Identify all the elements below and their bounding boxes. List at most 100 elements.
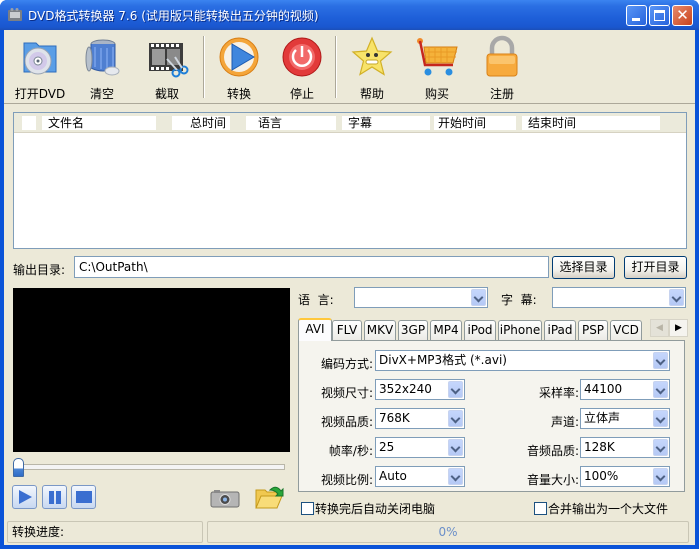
tab-vcd[interactable]: VCD [610, 320, 642, 340]
maximize-button[interactable] [649, 5, 670, 26]
column-header-subtitle[interactable]: 字幕 [342, 116, 430, 130]
channels-select[interactable]: 立体声 [580, 408, 670, 429]
client-area: 打开DVD 清空 截取 转换 停止 帮助 购买 注册 文件名 总时间 语言 字幕… [4, 30, 695, 545]
stop-playback-button[interactable] [71, 485, 96, 509]
tab-scroll-buttons: ◀ ▶ [650, 319, 688, 337]
chevron-down-icon[interactable] [471, 289, 486, 306]
output-dir-label: 输出目录: [13, 263, 66, 277]
tab-mkv[interactable]: MKV [364, 320, 396, 340]
camera-icon[interactable] [210, 488, 240, 508]
tab-psp[interactable]: PSP [578, 320, 608, 340]
encoding-label: 编码方式: [320, 357, 373, 371]
minimize-button[interactable] [626, 5, 647, 26]
tab-avi[interactable]: AVI [298, 318, 332, 341]
register-button[interactable]: 注册 [470, 33, 530, 101]
chevron-down-icon[interactable] [448, 468, 463, 485]
cut-button[interactable]: 截取 [135, 33, 195, 101]
film-cut-icon [149, 43, 189, 78]
sample-rate-value: 44100 [584, 382, 623, 396]
subtitle-select[interactable] [552, 287, 686, 308]
list-header: 文件名 总时间 语言 字幕 开始时间 结束时间 [14, 113, 686, 133]
progress-label-panel: 转换进度: [7, 521, 203, 543]
subtitle-label: 字 幕: [501, 293, 537, 307]
merge-output-checkbox[interactable]: 合并输出为一个大文件 [534, 500, 668, 517]
stop-power-icon [282, 37, 322, 77]
open-dvd-button[interactable]: 打开DVD [8, 33, 68, 101]
help-button[interactable]: 帮助 [340, 33, 400, 101]
auto-shutdown-checkbox[interactable]: 转换完后自动关闭电脑 [301, 500, 435, 517]
chevron-down-icon[interactable] [653, 352, 668, 369]
seek-slider-thumb[interactable] [13, 458, 24, 477]
column-header-duration[interactable]: 总时间 [172, 116, 230, 130]
column-header-checkbox[interactable] [22, 116, 36, 130]
buy-label: 购买 [424, 87, 449, 101]
chevron-down-icon[interactable] [653, 439, 668, 456]
convert-button[interactable]: 转换 [207, 33, 267, 101]
tab-ipad[interactable]: iPad [544, 320, 576, 340]
progress-bar: 0% [207, 521, 689, 543]
chevron-down-icon[interactable] [448, 410, 463, 427]
folder-open-icon[interactable] [254, 484, 284, 510]
chevron-down-icon[interactable] [653, 410, 668, 427]
open-dir-button[interactable]: 打开目录 [624, 256, 687, 279]
audio-quality-select[interactable]: 128K [580, 437, 670, 458]
tab-mp4[interactable]: MP4 [430, 320, 462, 340]
language-label: 语 言: [298, 293, 334, 307]
tab-3gp[interactable]: 3GP [398, 320, 428, 340]
play-icon [19, 490, 32, 504]
sample-rate-select[interactable]: 44100 [580, 379, 670, 400]
chevron-down-icon[interactable] [448, 381, 463, 398]
column-header-end-time[interactable]: 结束时间 [522, 116, 660, 130]
chevron-down-icon[interactable] [653, 468, 668, 485]
tab-scroll-left-icon[interactable]: ◀ [650, 319, 669, 337]
progress-label: 转换进度: [12, 525, 65, 539]
toolbar-separator [335, 36, 337, 98]
file-list[interactable]: 文件名 总时间 语言 字幕 开始时间 结束时间 [13, 112, 687, 249]
tab-scroll-right-icon[interactable]: ▶ [669, 319, 688, 337]
aspect-ratio-label: 视频比例: [320, 473, 373, 487]
chevron-down-icon[interactable] [669, 289, 684, 306]
buy-button[interactable]: 购买 [405, 33, 465, 101]
output-dir-input[interactable]: C:\OutPath\ [74, 256, 549, 278]
tab-ipod[interactable]: iPod [464, 320, 496, 340]
clear-button[interactable]: 清空 [70, 33, 130, 101]
video-quality-select[interactable]: 768K [375, 408, 465, 429]
stop-button[interactable]: 停止 [270, 33, 330, 101]
column-header-start-time[interactable]: 开始时间 [434, 116, 516, 130]
help-label: 帮助 [359, 87, 384, 101]
open-dvd-label: 打开DVD [14, 87, 66, 101]
cut-label: 截取 [154, 87, 179, 101]
minimize-icon [632, 18, 640, 21]
toolbar: 打开DVD 清空 截取 转换 停止 帮助 购买 注册 [4, 30, 695, 104]
seek-track[interactable] [17, 464, 285, 470]
video-size-label: 视频尺寸: [320, 386, 373, 400]
volume-select[interactable]: 100% [580, 466, 670, 487]
auto-shutdown-label: 转换完后自动关闭电脑 [315, 502, 436, 516]
checkbox-box[interactable] [301, 502, 314, 515]
chevron-down-icon[interactable] [653, 381, 668, 398]
channels-value: 立体声 [584, 411, 621, 425]
title-bar[interactable]: DVD格式转换器 7.6 (试用版只能转换出五分钟的视频) ✕ [0, 0, 699, 30]
tab-flv[interactable]: FLV [332, 320, 362, 340]
play-button[interactable] [12, 485, 37, 509]
close-icon: ✕ [676, 6, 689, 24]
close-button[interactable]: ✕ [672, 5, 693, 26]
pause-button[interactable] [42, 485, 67, 509]
choose-dir-button[interactable]: 选择目录 [552, 256, 615, 279]
channels-label: 声道: [550, 415, 579, 429]
video-size-select[interactable]: 352x240 [375, 379, 465, 400]
frame-rate-select[interactable]: 25 [375, 437, 465, 458]
app-window: DVD格式转换器 7.6 (试用版只能转换出五分钟的视频) ✕ 打开DVD 清空… [0, 0, 699, 549]
open-dvd-icon [23, 42, 57, 75]
column-header-filename[interactable]: 文件名 [42, 116, 156, 130]
checkbox-box[interactable] [534, 502, 547, 515]
aspect-ratio-select[interactable]: Auto [375, 466, 465, 487]
language-select[interactable] [354, 287, 488, 308]
column-header-language[interactable]: 语言 [246, 116, 336, 130]
cart-icon [417, 38, 458, 76]
chevron-down-icon[interactable] [448, 439, 463, 456]
stop-label: 停止 [289, 87, 314, 101]
tab-iphone[interactable]: iPhone [498, 320, 542, 340]
stop-icon [76, 491, 92, 503]
encoding-select[interactable]: DivX+MP3格式 (*.avi) [375, 350, 670, 371]
